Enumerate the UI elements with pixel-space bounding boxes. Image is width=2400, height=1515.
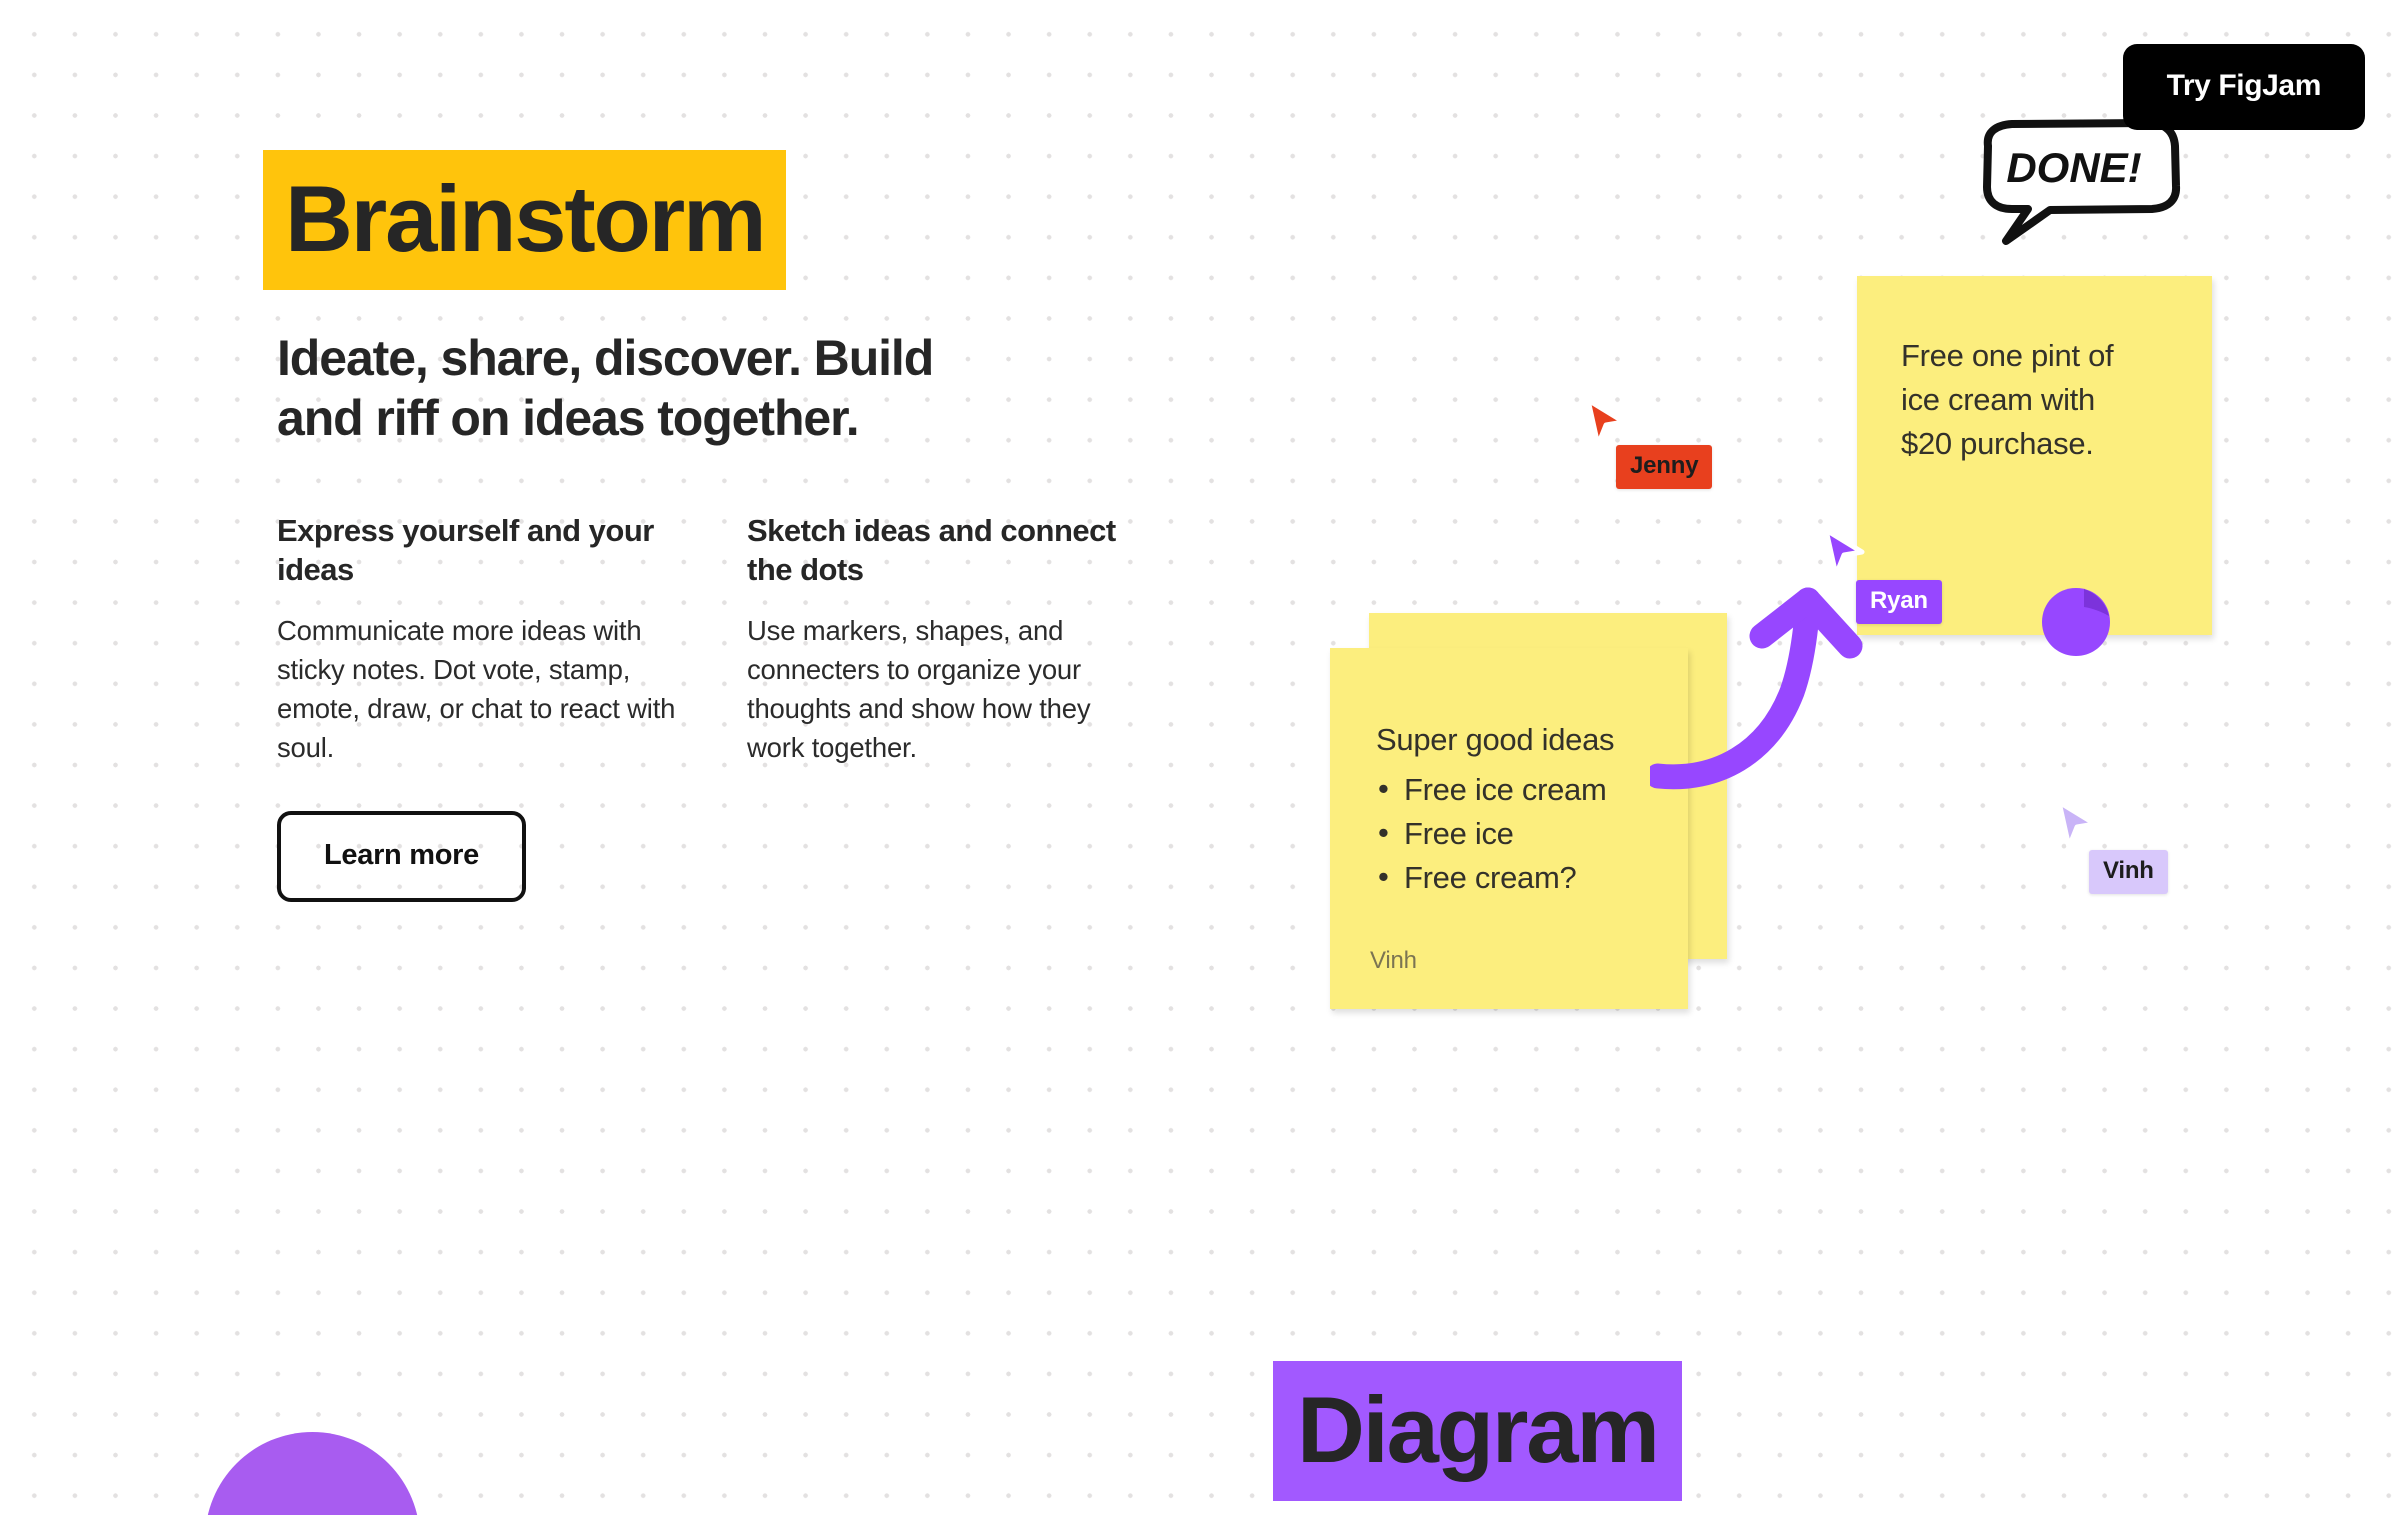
page-title: Brainstorm — [263, 150, 787, 290]
feature-item-sketch: Sketch ideas and connect the dots Use ma… — [747, 512, 1147, 767]
speech-bubble-done: DONE! — [1972, 119, 2187, 245]
list-item: Free ice cream — [1376, 767, 1688, 812]
purple-circle-decoration — [205, 1432, 420, 1515]
page-title-wrap: Brainstorm — [263, 150, 787, 290]
cursor-arrow-icon — [2056, 800, 2098, 850]
learn-more-button[interactable]: Learn more — [277, 810, 526, 902]
speech-bubble-text: DONE! — [2006, 144, 2141, 191]
sticky-ideas-heading: Super good ideas — [1376, 722, 1615, 757]
sticky-ideas-content: Super good ideas Free ice cream Free ice… — [1376, 718, 1688, 900]
sticky-offer-content: Free one pint of ice cream with $20 purc… — [1901, 334, 2212, 466]
cursor-arrow-icon — [1585, 398, 1627, 448]
hero-subhead: Ideate, share, discover. Build and riff … — [277, 330, 934, 446]
sticky-ideas-bullet-list: Free ice cream Free ice Free cream? — [1376, 767, 1688, 900]
feature-body: Use markers, shapes, and connecters to o… — [747, 614, 1091, 763]
purple-stamp-icon[interactable] — [2040, 586, 2112, 658]
feature-title: Express yourself and your ideas — [277, 513, 654, 587]
sticky-offer-line: Free one pint of — [1901, 338, 2114, 373]
sticky-author-label: Vinh — [1370, 947, 1417, 974]
cursor-vinh: Vinh — [2055, 800, 2168, 894]
try-figjam-button[interactable]: Try FigJam — [2122, 44, 2365, 130]
cursor-label-jenny: Jenny — [1616, 445, 1713, 489]
sticky-note-ideas[interactable]: Super good ideas Free ice cream Free ice… — [1330, 648, 1688, 1009]
feature-body: Communicate more ideas with sticky notes… — [277, 614, 676, 763]
diagram-section-title: Diagram — [1273, 1361, 1682, 1501]
cursor-ryan: Ryan — [1822, 528, 1942, 624]
list-item: Free ice — [1376, 811, 1688, 856]
cursor-label-vinh: Vinh — [2089, 850, 2168, 894]
sticky-offer-line: ice cream with — [1901, 382, 2095, 418]
cursor-label-ryan: Ryan — [1856, 580, 1942, 624]
figjam-canvas: Try FigJam Brainstorm Ideate, share, dis… — [0, 0, 2400, 1515]
feature-list: Express yourself and your ideas Communic… — [277, 512, 1157, 767]
feature-title: Sketch ideas and connect the dots — [747, 513, 1116, 587]
cursor-arrow-icon — [1823, 528, 1865, 578]
sticky-offer-line: $20 purchase. — [1901, 426, 2094, 462]
feature-item-express: Express yourself and your ideas Communic… — [277, 512, 677, 767]
list-item: Free cream? — [1376, 855, 1688, 900]
cursor-jenny: Jenny — [1584, 398, 1713, 489]
hero-copy-column: Brainstorm Ideate, share, discover. Buil… — [263, 150, 1157, 902]
